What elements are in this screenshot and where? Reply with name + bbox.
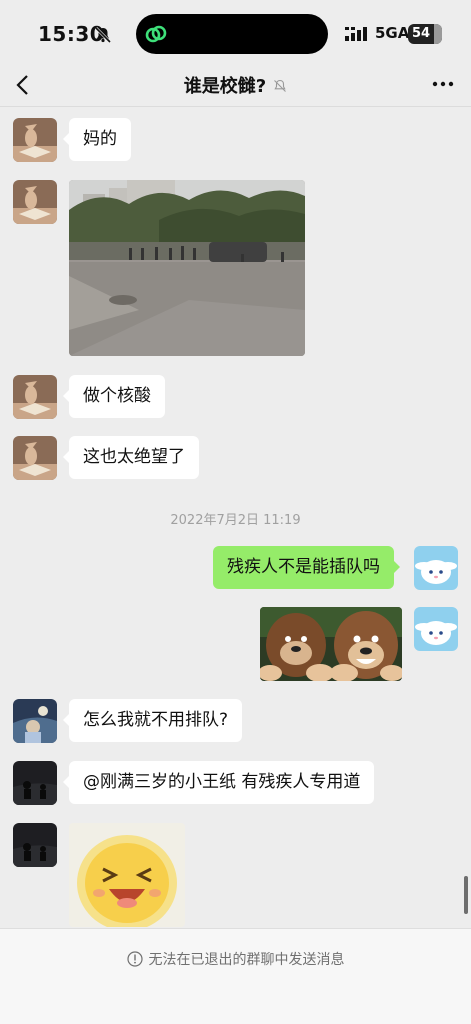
message-bubble[interactable]: 怎么我就不用排队?: [62, 699, 243, 742]
network-type: 5GA: [375, 24, 410, 42]
sender-avatar[interactable]: [13, 761, 57, 805]
link-icon: [145, 25, 167, 43]
message-sticker-outgoing[interactable]: [260, 607, 402, 681]
message-bubble[interactable]: 妈的: [63, 118, 131, 161]
message-photo[interactable]: [69, 180, 305, 356]
footer-bar: 无法在已退出的群聊中发送消息: [0, 928, 471, 1024]
footer-notice-text: 无法在已退出的群聊中发送消息: [148, 952, 345, 968]
my-avatar[interactable]: [414, 546, 458, 590]
battery-level: 54: [411, 26, 431, 41]
message-bubble[interactable]: @刚满三岁的小王纸 有残疾人专用道: [62, 761, 375, 804]
status-bar: 15:30 5GA 54: [0, 0, 471, 66]
sender-avatar[interactable]: [13, 118, 57, 162]
battery-indicator: 54: [408, 24, 442, 44]
message-sticker[interactable]: [69, 823, 185, 927]
sender-avatar[interactable]: [13, 436, 57, 480]
mute-icon: [274, 79, 287, 92]
nav-divider: [0, 106, 471, 107]
title-container: 谁是校雠?: [0, 72, 471, 98]
bell-slash-icon: [94, 26, 112, 44]
message-bubble[interactable]: 做个核酸: [63, 375, 165, 418]
sender-avatar[interactable]: [13, 823, 57, 867]
footer-notice-row: 无法在已退出的群聊中发送消息: [0, 949, 471, 969]
scrollbar[interactable]: [464, 876, 468, 914]
message-timestamp: 2022年7月2日 11:19: [170, 513, 301, 528]
message-bubble-outgoing[interactable]: 残疾人不是能插队吗: [213, 546, 400, 589]
nav-bar: 谁是校雠?: [0, 66, 471, 106]
chat-title: 谁是校雠?: [183, 76, 267, 97]
chat-screen: 15:30 5GA 54 谁是校雠? 妈的 做个核酸 这也太绝望了 2022年7…: [0, 0, 471, 1024]
signal-icon: [345, 27, 367, 41]
info-icon: [126, 951, 143, 967]
dynamic-island: [136, 14, 328, 54]
battery-empty-area: [434, 24, 442, 44]
sender-avatar[interactable]: [13, 699, 57, 743]
sender-avatar[interactable]: [13, 375, 57, 419]
sender-avatar[interactable]: [13, 180, 57, 224]
message-bubble[interactable]: 这也太绝望了: [63, 436, 199, 479]
more-icon[interactable]: [431, 74, 455, 94]
my-avatar[interactable]: [414, 607, 458, 651]
